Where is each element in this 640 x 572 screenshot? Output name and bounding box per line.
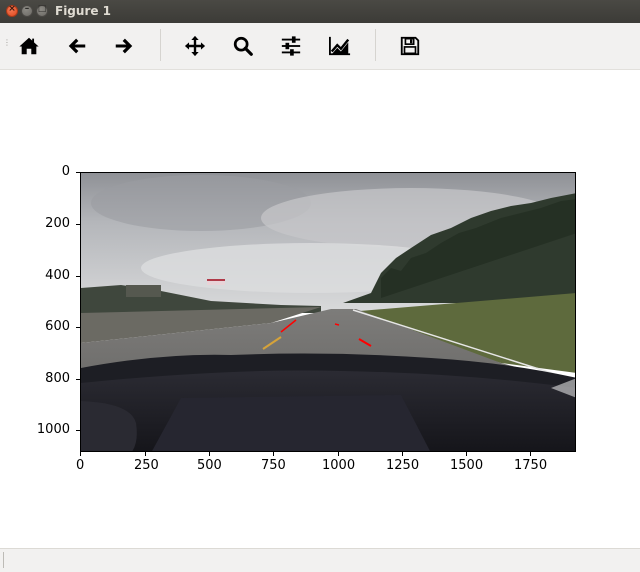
y-tick-label: 400 (45, 268, 70, 283)
toolbar-separator (160, 29, 161, 61)
road-camera-image (81, 173, 575, 451)
x-tick-mark (338, 452, 339, 456)
x-tick-mark (273, 452, 274, 456)
x-tick-label: 1500 (450, 458, 484, 473)
search-icon (233, 36, 253, 56)
arrow-left-icon (68, 38, 86, 54)
y-tick-mark (76, 379, 80, 380)
minimize-window-button[interactable]: – (21, 4, 33, 17)
x-tick-label: 1250 (386, 458, 420, 473)
y-tick-label: 0 (61, 164, 70, 179)
status-message (3, 552, 637, 568)
line-chart-icon (329, 36, 351, 56)
arrow-right-icon (115, 38, 133, 54)
close-icon: × (8, 4, 16, 14)
toolbar-grip[interactable]: ⋮ (3, 39, 11, 51)
y-tick-label: 600 (45, 319, 70, 334)
y-tick-label: 800 (45, 371, 70, 386)
back-button[interactable] (63, 32, 91, 60)
x-tick-label: 750 (261, 458, 286, 473)
y-tick-mark (76, 172, 80, 173)
plot-image[interactable] (80, 172, 576, 452)
y-tick-mark (76, 224, 80, 225)
x-tick-label: 500 (197, 458, 222, 473)
toolbar-separator (375, 29, 376, 61)
x-tick-label: 1750 (514, 458, 548, 473)
y-tick-label: 200 (45, 216, 70, 231)
navigation-toolbar: ⋮ (0, 23, 640, 70)
status-bar (0, 548, 640, 572)
x-tick-mark (145, 452, 146, 456)
y-tick-mark (76, 276, 80, 277)
edit-axis-button[interactable] (325, 32, 353, 60)
home-icon (19, 37, 39, 55)
close-window-button[interactable]: × (6, 4, 18, 17)
minimize-icon: – (24, 4, 30, 14)
x-tick-mark (530, 452, 531, 456)
x-tick-mark (80, 452, 81, 456)
x-tick-label: 1000 (322, 458, 356, 473)
forward-button[interactable] (110, 32, 138, 60)
save-button[interactable] (396, 32, 424, 60)
zoom-button[interactable] (229, 32, 257, 60)
floppy-disk-icon (400, 36, 420, 56)
y-tick-mark (76, 327, 80, 328)
y-tick-mark (76, 430, 80, 431)
x-tick-mark (466, 452, 467, 456)
window-title: Figure 1 (55, 4, 112, 18)
maximize-window-button[interactable]: □ (36, 4, 48, 17)
pan-button[interactable] (181, 32, 209, 60)
move-icon (184, 35, 206, 57)
x-tick-label: 250 (134, 458, 159, 473)
sliders-icon (281, 36, 301, 56)
configure-subplots-button[interactable] (277, 32, 305, 60)
x-tick-mark (402, 452, 403, 456)
home-button[interactable] (15, 32, 43, 60)
maximize-icon: □ (37, 4, 47, 14)
y-tick-label: 1000 (36, 422, 70, 437)
window-titlebar: × – □ Figure 1 (0, 0, 640, 23)
x-tick-mark (209, 452, 210, 456)
x-tick-label: 0 (76, 458, 85, 473)
